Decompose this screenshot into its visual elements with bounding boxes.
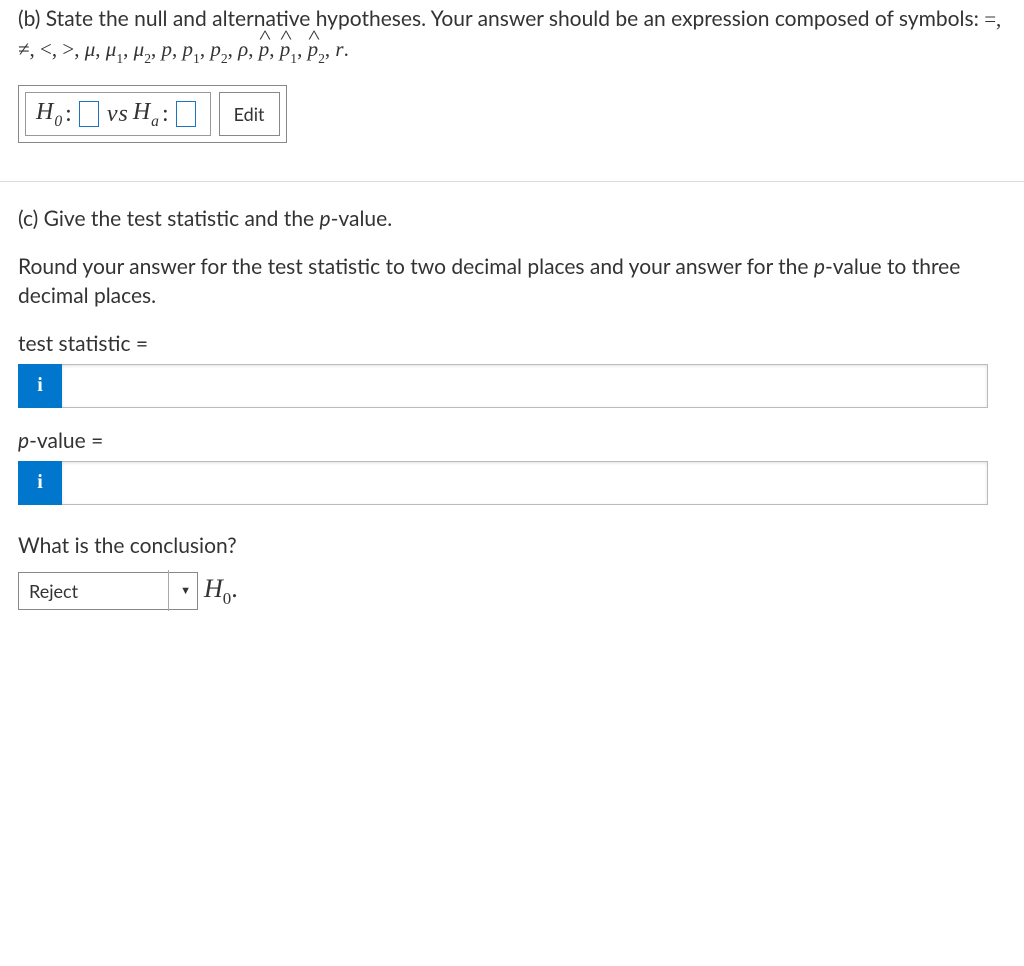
test-statistic-label: test statistic = xyxy=(18,331,1006,356)
hypothesis-container: H0 : vs Ha : Edit xyxy=(18,85,287,144)
pvalue-label: p-value = xyxy=(18,428,1006,453)
chevron-down-icon: ▼ xyxy=(156,584,191,597)
info-icon: i xyxy=(37,374,43,397)
part-c-prompt2: Round your answer for the test statistic… xyxy=(18,252,1006,311)
part-c-section: (c) Give the test statistic and the p-va… xyxy=(0,182,1024,637)
ha-symbol: Ha xyxy=(133,99,160,130)
part-c-prompt1: (c) Give the test statistic and the p-va… xyxy=(18,204,1006,233)
test-statistic-row: i xyxy=(18,364,988,408)
colon: : xyxy=(65,101,73,128)
ha-input-box[interactable] xyxy=(176,101,196,127)
vs-text: vs xyxy=(107,101,129,128)
conclusion-select-value: Reject xyxy=(29,580,78,602)
info-button-pvalue[interactable]: i xyxy=(18,461,62,505)
test-statistic-input[interactable] xyxy=(62,364,988,408)
part-b-section: (b) State the null and alternative hypot… xyxy=(0,0,1024,182)
h0-conclusion-text: H0. xyxy=(204,574,238,608)
colon2: : xyxy=(162,101,170,128)
edit-button-label: Edit xyxy=(234,103,265,125)
info-icon: i xyxy=(37,471,43,494)
part-b-prompt: (b) State the null and alternative hypot… xyxy=(18,4,1006,67)
h0-input-box[interactable] xyxy=(79,101,99,127)
pvalue-row: i xyxy=(18,461,988,505)
conclusion-question: What is the conclusion? xyxy=(18,533,1006,558)
conclusion-row: Reject ▼ H0. xyxy=(18,572,1006,610)
info-button-test-stat[interactable]: i xyxy=(18,364,62,408)
hypothesis-expression-box[interactable]: H0 : vs Ha : xyxy=(25,92,211,137)
h0-symbol: H0 xyxy=(36,99,63,130)
conclusion-select[interactable]: Reject ▼ xyxy=(18,572,198,610)
edit-button[interactable]: Edit xyxy=(219,92,280,136)
pvalue-input[interactable] xyxy=(62,461,988,505)
part-b-prompt-text: (b) State the null and alternative hypot… xyxy=(18,6,984,31)
